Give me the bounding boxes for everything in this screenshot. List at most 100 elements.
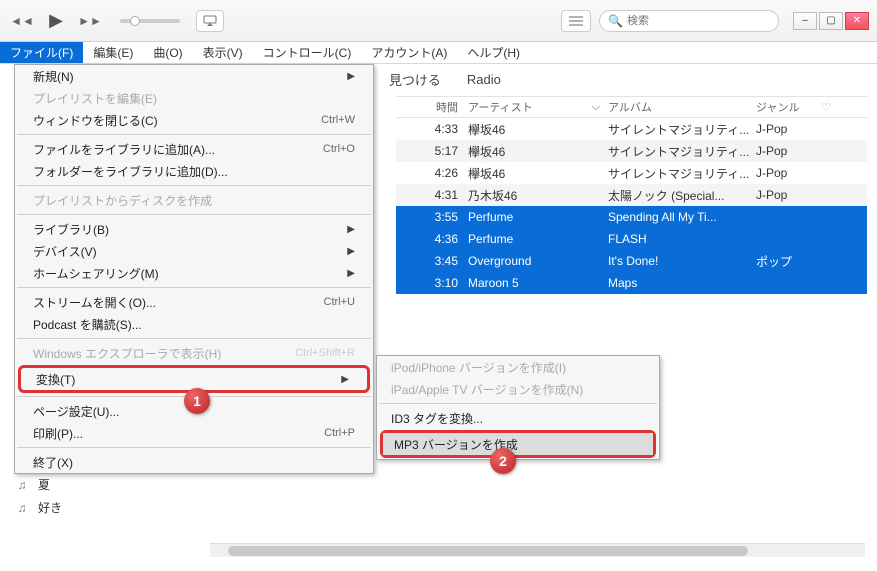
menu-song[interactable]: 曲(O) <box>143 42 192 63</box>
playlist-icon: ♫ <box>14 478 30 492</box>
maximize-button[interactable]: ▢ <box>819 12 843 30</box>
col-heart-header[interactable]: ♡ <box>816 101 836 114</box>
col-artist-header[interactable]: アーティスト⌵ <box>468 99 608 115</box>
search-input[interactable] <box>627 15 770 27</box>
submenu-arrow-icon: ▶ <box>347 246 355 257</box>
cell-artist: 欅坂46 <box>468 121 608 138</box>
list-view-button[interactable] <box>561 10 591 32</box>
table-row[interactable]: •••3:55PerfumeSpending All My Ti... <box>396 206 867 228</box>
col-time-header[interactable]: 時間 <box>396 99 468 115</box>
cell-artist: 乃木坂46 <box>468 187 608 204</box>
menu-item[interactable]: フォルダーをライブラリに追加(D)... <box>15 160 373 182</box>
table-row[interactable]: 4:31乃木坂46太陽ノック (Special...J-Pop <box>396 184 867 206</box>
cell-artist: Overground <box>468 254 608 268</box>
cell-artist: Perfume <box>468 210 608 224</box>
close-button[interactable]: ✕ <box>845 12 869 30</box>
menu-control[interactable]: コントロール(C) <box>253 42 362 63</box>
menu-item[interactable]: ストリームを開く(O)...Ctrl+U <box>15 291 373 313</box>
submenu-arrow-icon: ▶ <box>347 268 355 279</box>
cell-album: Maps <box>608 276 756 290</box>
table-row[interactable]: 4:33欅坂46サイレントマジョリティ...J-Pop <box>396 118 867 140</box>
menu-help[interactable]: ヘルプ(H) <box>457 42 530 63</box>
cell-time: 3:55 <box>396 210 468 224</box>
submenu-arrow-icon: ▶ <box>347 71 355 82</box>
menu-item[interactable]: ウィンドウを閉じる(C)Ctrl+W <box>15 109 373 131</box>
menu-item: iPad/Apple TV バージョンを作成(N) <box>377 378 659 400</box>
menu-item: Windows エクスプローラで表示(H)Ctrl+Shift+R <box>15 342 373 364</box>
submenu-arrow-icon: ▶ <box>341 374 349 385</box>
playlist-item[interactable]: ♫好き <box>14 499 62 516</box>
menu-item[interactable]: ファイルをライブラリに追加(A)...Ctrl+O <box>15 138 373 160</box>
next-button[interactable]: ►► <box>76 11 104 31</box>
cell-genre: J-Pop <box>756 166 816 180</box>
table-row[interactable]: 3:10Maroon 5Maps <box>396 272 867 294</box>
menu-item[interactable]: 印刷(P)...Ctrl+P <box>15 422 373 444</box>
table-row[interactable]: 4:36PerfumeFLASH <box>396 228 867 250</box>
menu-view[interactable]: 表示(V) <box>193 42 253 63</box>
cell-genre: J-Pop <box>756 188 816 202</box>
col-album-header[interactable]: アルバム <box>608 99 756 115</box>
menu-item[interactable]: ID3 タグを変換... <box>377 407 659 429</box>
table-row[interactable]: 3:45OvergroundIt's Done!ポップ <box>396 250 867 272</box>
cell-artist: Maroon 5 <box>468 276 608 290</box>
window-controls: – ▢ ✕ <box>793 12 869 30</box>
cell-genre: ポップ <box>756 253 816 270</box>
cell-artist: 欅坂46 <box>468 143 608 160</box>
cell-genre: J-Pop <box>756 122 816 136</box>
cell-time: 3:10 <box>396 276 468 290</box>
menu-edit[interactable]: 編集(E) <box>83 42 143 63</box>
menu-account[interactable]: アカウント(A) <box>361 42 457 63</box>
callout-1: 1 <box>184 388 210 414</box>
menu-item[interactable]: 新規(N)▶ <box>15 65 373 87</box>
track-list: 4:33欅坂46サイレントマジョリティ...J-Pop5:17欅坂46サイレント… <box>396 118 867 294</box>
prev-button[interactable]: ◄◄ <box>8 11 36 31</box>
tab-browse[interactable]: 見つける <box>387 66 443 93</box>
menu-item[interactable]: ライブラリ(B)▶ <box>15 218 373 240</box>
playlist-item[interactable]: ♫夏 <box>14 476 62 493</box>
tab-radio[interactable]: Radio <box>465 68 503 91</box>
menu-item: プレイリストからディスクを作成 <box>15 189 373 211</box>
search-field[interactable]: 🔍 <box>599 10 779 32</box>
table-row[interactable]: 5:17欅坂46サイレントマジョリティ...J-Pop <box>396 140 867 162</box>
menu-file[interactable]: ファイル(F) <box>0 42 83 63</box>
cell-time: 4:26 <box>396 166 468 180</box>
menu-item[interactable]: 終了(X) <box>15 451 373 473</box>
menu-item[interactable]: 変換(T)▶ <box>21 368 367 390</box>
cell-album: 太陽ノック (Special... <box>608 187 756 204</box>
col-genre-header[interactable]: ジャンル <box>756 99 816 115</box>
cell-time: 4:31 <box>396 188 468 202</box>
cell-album: FLASH <box>608 232 756 246</box>
airplay-button[interactable] <box>196 10 224 32</box>
cell-genre: J-Pop <box>756 144 816 158</box>
menu-item: プレイリストを編集(E) <box>15 87 373 109</box>
menu-bar: ファイル(F) 編集(E) 曲(O) 表示(V) コントロール(C) アカウント… <box>0 42 877 64</box>
cell-album: サイレントマジョリティ... <box>608 143 756 160</box>
cell-album: Spending All My Ti... <box>608 210 756 224</box>
menu-item: iPod/iPhone バージョンを作成(I) <box>377 356 659 378</box>
cell-time: 3:45 <box>396 254 468 268</box>
submenu-arrow-icon: ▶ <box>347 224 355 235</box>
title-bar: ◄◄ ▶ ►► 🔍 – ▢ ✕ <box>0 0 877 42</box>
cell-album: It's Done! <box>608 254 756 268</box>
callout-2: 2 <box>490 448 516 474</box>
menu-item[interactable]: デバイス(V)▶ <box>15 240 373 262</box>
table-row[interactable]: 4:26欅坂46サイレントマジョリティ...J-Pop <box>396 162 867 184</box>
cell-album: サイレントマジョリティ... <box>608 121 756 138</box>
row-menu-icon[interactable]: ••• <box>380 210 393 224</box>
horizontal-scrollbar[interactable] <box>210 543 865 557</box>
volume-slider[interactable] <box>120 19 180 23</box>
menu-item-mp3-version[interactable]: MP3 バージョンを作成 <box>383 433 653 455</box>
menu-item[interactable]: ホームシェアリング(M)▶ <box>15 262 373 284</box>
sort-indicator-icon: ⌵ <box>592 101 608 114</box>
cell-album: サイレントマジョリティ... <box>608 165 756 182</box>
convert-submenu: iPod/iPhone バージョンを作成(I)iPad/Apple TV バージ… <box>376 355 660 460</box>
cell-time: 5:17 <box>396 144 468 158</box>
search-icon: 🔍 <box>608 14 623 28</box>
play-button[interactable]: ▶ <box>42 11 70 31</box>
transport-controls: ◄◄ ▶ ►► <box>8 10 224 32</box>
cell-artist: 欅坂46 <box>468 165 608 182</box>
menu-item[interactable]: Podcast を購読(S)... <box>15 313 373 335</box>
cell-artist: Perfume <box>468 232 608 246</box>
cell-time: 4:33 <box>396 122 468 136</box>
minimize-button[interactable]: – <box>793 12 817 30</box>
